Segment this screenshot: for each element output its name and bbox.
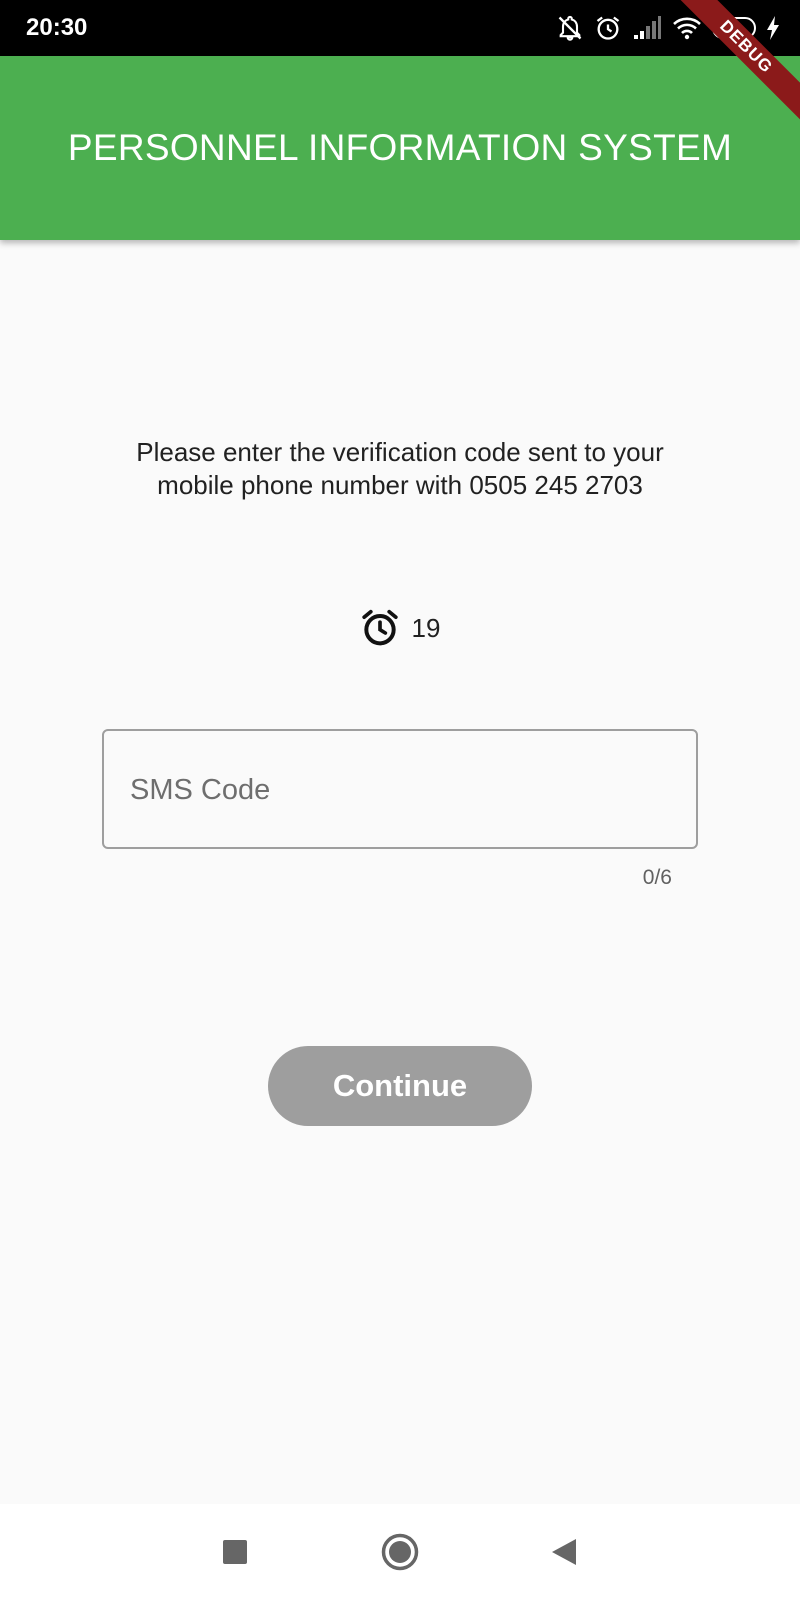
home-circle-icon [381, 1533, 419, 1571]
app-title: PERSONNEL INFORMATION SYSTEM [67, 127, 733, 168]
timer-value: 19 [411, 612, 441, 643]
notifications-off-icon [558, 15, 582, 41]
app-bar: PERSONNEL INFORMATION SYSTEM [0, 56, 800, 240]
back-triangle-icon [552, 1539, 576, 1565]
recents-button[interactable] [187, 1504, 283, 1600]
sms-code-input[interactable] [128, 731, 676, 849]
system-navigation-bar [0, 1504, 800, 1600]
continue-button[interactable]: Continue [268, 1046, 532, 1126]
status-bar: 20:30 44 [0, 0, 800, 56]
sms-code-field[interactable] [102, 729, 698, 849]
alarm-clock-icon [361, 609, 398, 646]
home-button[interactable] [352, 1504, 448, 1600]
status-time: 20:30 [26, 14, 88, 41]
alarm-icon [596, 16, 620, 40]
verification-instructions: Please enter the verification code sent … [136, 437, 664, 500]
back-button[interactable] [516, 1504, 612, 1600]
recents-square-icon [223, 1540, 247, 1564]
character-counter: 0/6 [642, 866, 672, 889]
charging-bolt-icon [767, 16, 779, 40]
countdown-timer: 19 [0, 608, 800, 648]
cellular-signal-icon [634, 16, 661, 39]
wifi-icon [673, 17, 701, 40]
